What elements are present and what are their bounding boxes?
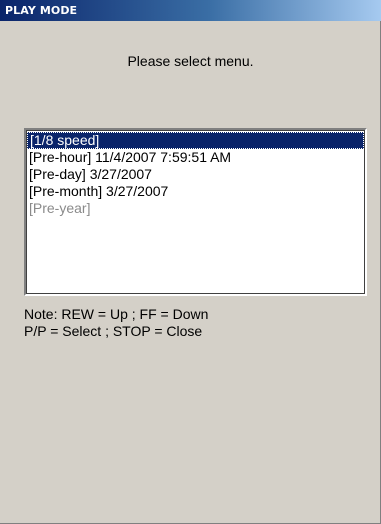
menu-item-pre-hour[interactable]: [Pre-hour] 11/4/2007 7:59:51 AM xyxy=(27,149,364,166)
menu-item-1-8-speed[interactable]: [1/8 speed] xyxy=(27,132,364,149)
controls-note: Note: REW = Up ; FF = Down P/P = Select … xyxy=(24,306,208,340)
menu-item-pre-day[interactable]: [Pre-day] 3/27/2007 xyxy=(27,166,364,183)
menu-listbox[interactable]: [1/8 speed] [Pre-hour] 11/4/2007 7:59:51… xyxy=(24,128,367,296)
menu-item-pre-year: [Pre-year] xyxy=(29,200,91,216)
play-mode-dialog: PLAY MODE Please select menu. [1/8 speed… xyxy=(0,0,381,524)
window-title: PLAY MODE xyxy=(5,4,78,17)
select-menu-prompt: Please select menu. xyxy=(127,53,254,69)
title-bar[interactable]: PLAY MODE xyxy=(0,0,381,21)
note-line-navigation: Note: REW = Up ; FF = Down xyxy=(24,306,209,322)
note-line-actions: P/P = Select ; STOP = Close xyxy=(24,323,203,339)
menu-item-pre-month[interactable]: [Pre-month] 3/27/2007 xyxy=(27,183,364,200)
